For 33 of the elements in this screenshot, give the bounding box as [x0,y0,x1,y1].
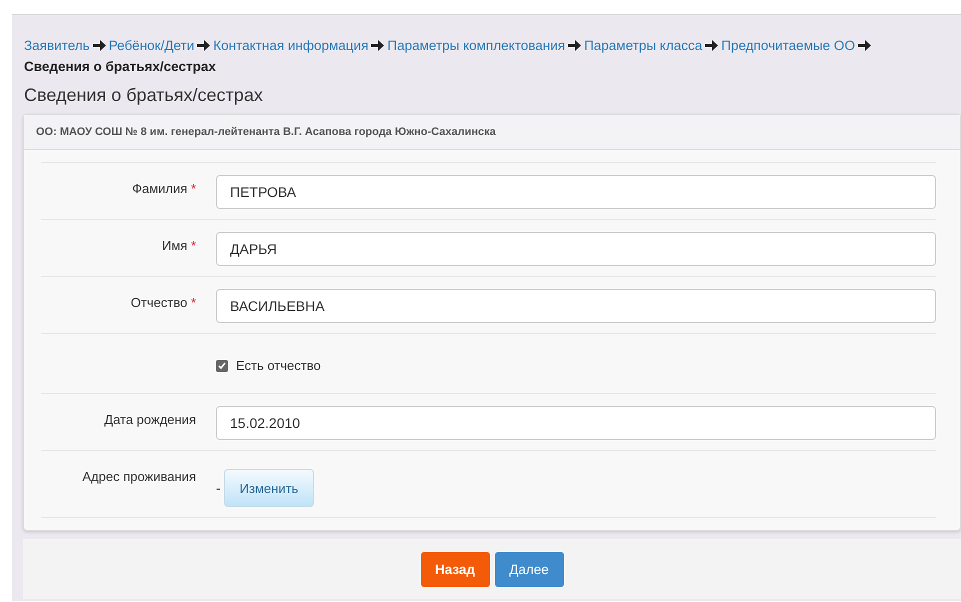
page-title: Сведения о братьях/сестрах [23,84,264,107]
input-field[interactable]: ДАРЬЯ [216,232,936,266]
input-field[interactable]: 15.02.2010 [216,406,936,440]
field-label: Фамилия [132,181,188,196]
checkbox[interactable] [216,360,228,372]
field-label: Отчество [130,295,188,310]
breadcrumb-link[interactable]: Предпочитаемые ОО [721,38,855,53]
back-button[interactable]: Назад [420,552,490,587]
required-marker: * [190,181,196,196]
arrow-icon [371,40,384,51]
arrow-icon [858,40,871,51]
change-button[interactable]: Изменить [224,469,314,507]
arrow-icon [92,40,106,51]
breadcrumb-link[interactable]: Параметры класса [584,38,702,53]
required-marker: * [190,295,196,310]
breadcrumb-link[interactable]: Параметры комплектования [387,38,566,53]
arrow-icon [197,40,210,51]
breadcrumb-link[interactable]: Контактная информация [213,38,368,53]
field-label: Имя [162,238,188,253]
breadcrumb-link[interactable]: Ребёнок/Дети [108,38,194,53]
breadcrumb-link[interactable]: Заявитель [24,38,90,53]
input-field[interactable]: ПЕТРОВА [216,175,936,209]
required-marker: * [190,238,196,253]
address-value: - [216,480,221,496]
panel-header: ОО: МАОУ СОШ № 8 им. генерал-лейтенанта В.Г. Асапова города Южно-Сахалинска [24,115,960,150]
next-button[interactable]: Далее [494,552,564,587]
breadcrumb-current: Сведения о братьях/сестрах [24,59,216,74]
field-label: Дата рождения [104,412,196,427]
input-field[interactable]: ВАСИЛЬЕВНА [216,289,936,323]
arrow-icon [568,40,582,51]
field-label: Адрес проживания [81,468,197,484]
arrow-icon [705,40,718,51]
checkbox-label: Есть отчество [236,358,321,373]
